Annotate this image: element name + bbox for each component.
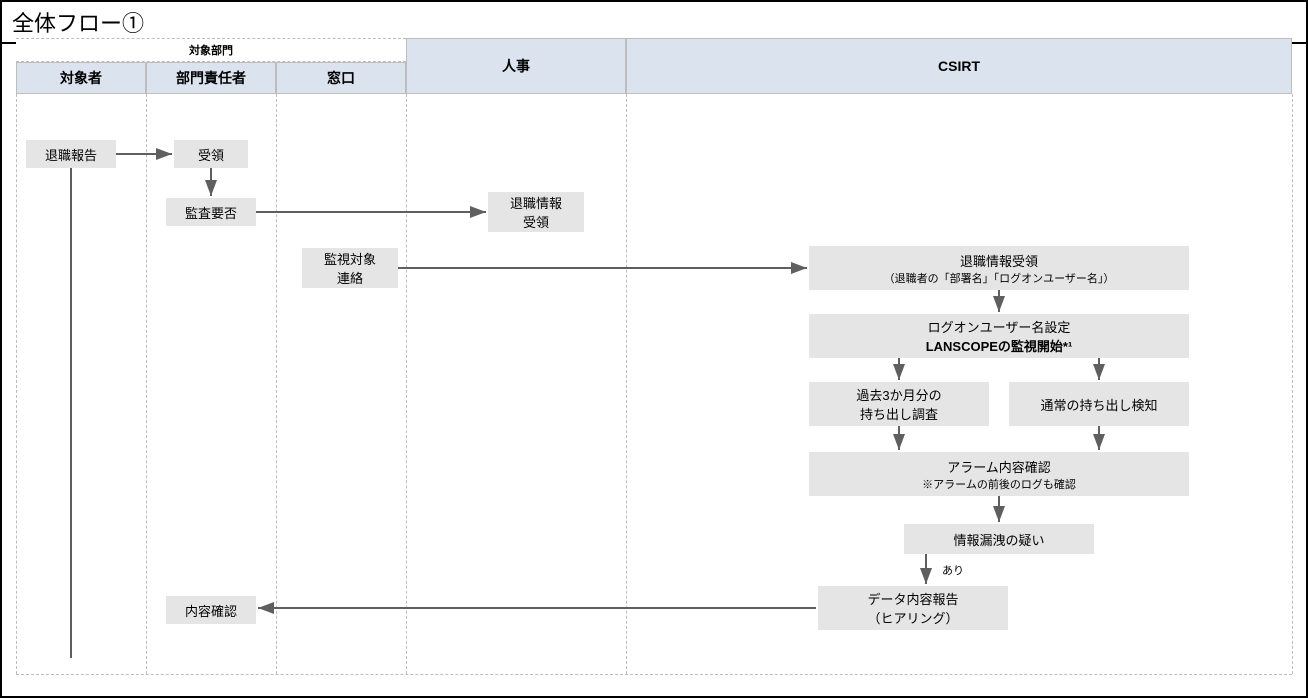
lane-header-contact: 窓口 — [276, 62, 406, 94]
lane-header-target: 対象者 — [16, 62, 146, 94]
node-normal-detect: 通常の持ち出し検知 — [1009, 382, 1189, 426]
lane-group-text: 対象部門 — [189, 42, 233, 58]
diagram-canvas: 対象部門 人事 CSIRT 対象者 部門責任者 窓口 退職報告 受領 監査要否 — [16, 38, 1292, 682]
node-content-check: 内容確認 — [166, 596, 256, 624]
lane-header-manager: 部門責任者 — [146, 62, 276, 94]
body-right-border — [1292, 94, 1293, 674]
lane-header-manager-text: 部門責任者 — [176, 68, 246, 88]
label-ari: あり — [942, 562, 964, 578]
lane-header-csirt-text: CSIRT — [938, 58, 980, 74]
lane-header-contact-text: 窓口 — [327, 68, 355, 88]
lane-sep-3 — [406, 94, 407, 674]
lane-header-hr-text: 人事 — [502, 56, 530, 76]
lane-header-target-text: 対象者 — [60, 68, 102, 88]
node-logon-setup: ログオンユーザー名設定 LANSCOPEの監視開始*¹ — [809, 314, 1189, 358]
node-past3m: 過去3か月分の 持ち出し調査 — [809, 382, 989, 426]
lane-header-hr: 人事 — [406, 38, 626, 94]
lane-group-label: 対象部門 — [16, 38, 406, 62]
node-csirt-receive: 退職情報受領 （退職者の「部署名」「ログオンユーザー名」） — [809, 246, 1189, 290]
arrows-layer — [16, 38, 1292, 678]
node-monitor-contact: 監視対象 連絡 — [302, 248, 398, 288]
page-frame: 全体フロー① 対象部門 人事 CSIRT 対象者 部門責任者 窓口 — [0, 0, 1308, 698]
lane-sep-4 — [626, 94, 627, 674]
body-left-border — [16, 94, 17, 674]
node-audit-need: 監査要否 — [166, 198, 256, 226]
lane-sep-2 — [276, 94, 277, 674]
lifeline-target — [70, 168, 72, 658]
lane-sep-1 — [146, 94, 147, 674]
node-hr-receive: 退職情報 受領 — [488, 192, 584, 232]
lane-header-csirt: CSIRT — [626, 38, 1292, 94]
node-alarm-check: アラーム内容確認 ※アラームの前後のログも確認 — [809, 452, 1189, 496]
node-data-report: データ内容報告 （ヒアリング） — [818, 586, 1008, 630]
body-bottom-border — [16, 674, 1292, 675]
node-resignation-report: 退職報告 — [26, 140, 116, 168]
node-receive: 受領 — [174, 140, 248, 168]
node-leak-suspicion: 情報漏洩の疑い — [904, 524, 1094, 554]
